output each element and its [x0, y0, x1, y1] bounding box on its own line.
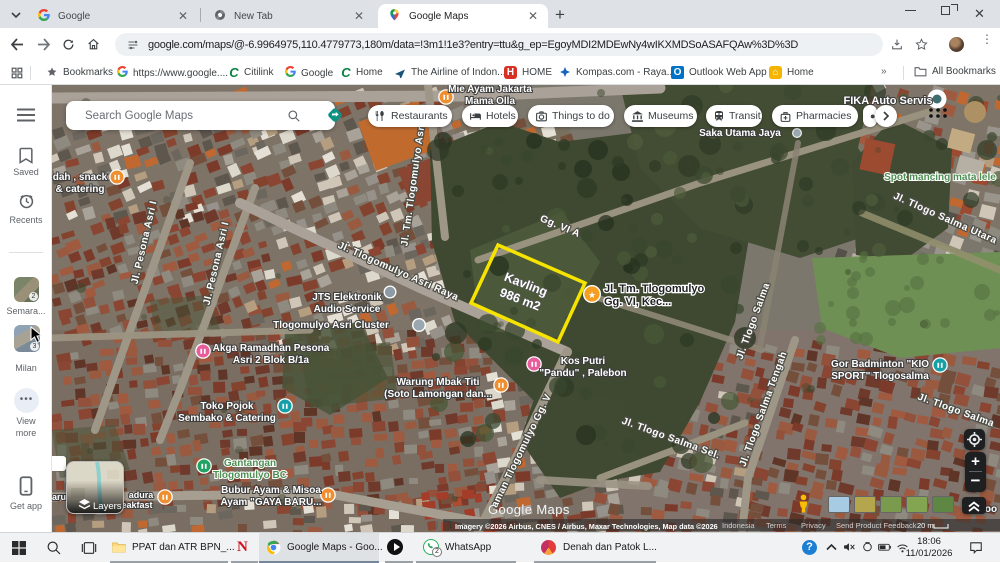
svg-text:Layers: Layers [93, 501, 122, 512]
svg-text:Jl. Pesona Asri I: Jl. Pesona Asri I [202, 221, 232, 307]
svg-text:Jl. Tm. Tlogomulyo: Jl. Tm. Tlogomulyo [604, 283, 705, 295]
svg-text:eakfast: eakfast [121, 500, 152, 510]
svg-text:20 m: 20 m [917, 521, 934, 530]
svg-text:Gor Badminton "KIO: Gor Badminton "KIO [831, 359, 929, 370]
svg-text:Google Maps: Google Maps [488, 502, 570, 517]
svg-text:(Soto Lamongan dan...: (Soto Lamongan dan... [384, 389, 492, 400]
svg-text:Jl. Tlogo Salma Tengah: Jl. Tlogo Salma Tengah [738, 350, 790, 468]
svg-text:Jl. Tlogo Salma: Jl. Tlogo Salma [735, 281, 773, 361]
svg-text:Jl. Tm. Tlogomulyo Asri: Jl. Tm. Tlogomulyo Asri [399, 122, 427, 247]
svg-text:Tlogomulyo BC: Tlogomulyo BC [213, 470, 287, 481]
svg-text:Indonesia: Indonesia [722, 521, 755, 530]
svg-text:JTS Elektronik: JTS Elektronik [312, 292, 382, 303]
svg-text:Mie Ayam Jakarta: Mie Ayam Jakarta [448, 85, 532, 95]
svg-text:aru: aru [52, 492, 66, 502]
svg-text:Gg. VI A: Gg. VI A [538, 213, 581, 240]
svg-text:& catering: & catering [56, 184, 105, 195]
svg-text:Privacy: Privacy [801, 521, 826, 530]
svg-text:aman Tlogomulyo Gg. V: aman Tlogomulyo Gg. V [489, 392, 554, 509]
svg-text:Jl. Tlogo Salma: Jl. Tlogo Salma [916, 392, 996, 430]
svg-text:SPORT" Tlogosalma: SPORT" Tlogosalma [831, 371, 929, 382]
svg-text:Warung Mbak Titi: Warung Mbak Titi [397, 377, 480, 388]
svg-text:Saka Utama Jaya: Saka Utama Jaya [699, 128, 781, 139]
svg-text:Toko Pojok: Toko Pojok [200, 401, 254, 412]
svg-text:dah , snack: dah , snack [53, 172, 108, 183]
svg-text:Ayam "GAYA BARU...: Ayam "GAYA BARU... [220, 497, 321, 508]
svg-text:adura: adura [129, 490, 155, 500]
svg-text:Send Product Feedback: Send Product Feedback [836, 521, 917, 530]
svg-text:Terms: Terms [766, 521, 787, 530]
svg-text:Akga Ramadhan Pesona: Akga Ramadhan Pesona [213, 343, 330, 354]
svg-text:Asri 2 Blok B/1a: Asri 2 Blok B/1a [233, 355, 310, 366]
svg-text:Gantangan: Gantangan [224, 458, 276, 469]
svg-text:Gg. VI, Kec...: Gg. VI, Kec... [604, 296, 671, 308]
svg-text:Jl. Tlogo Salma Utara: Jl. Tlogo Salma Utara [892, 191, 999, 247]
svg-text:★: ★ [588, 290, 596, 300]
svg-text:Jl. Tlogo Salma Sel.: Jl. Tlogo Salma Sel. [620, 416, 721, 462]
svg-text:Tlogomulyo Asri Cluster: Tlogomulyo Asri Cluster [273, 320, 389, 331]
svg-text:Spot mancing mata lele: Spot mancing mata lele [884, 172, 996, 183]
svg-text:Kos Putri: Kos Putri [561, 356, 606, 367]
svg-text:"Pandu" , Palebon: "Pandu" , Palebon [539, 368, 626, 379]
svg-text:Bubur Ayam & Misoa: Bubur Ayam & Misoa [221, 485, 321, 496]
svg-text:Sembako & Catering: Sembako & Catering [178, 413, 276, 424]
svg-text:Jl. Pesona Asri I: Jl. Pesona Asri I [130, 200, 160, 286]
svg-text:Audio Service: Audio Service [314, 304, 381, 315]
svg-text:Imagery ©2026 Airbus, CNES / A: Imagery ©2026 Airbus, CNES / Airbus, Max… [455, 522, 718, 531]
